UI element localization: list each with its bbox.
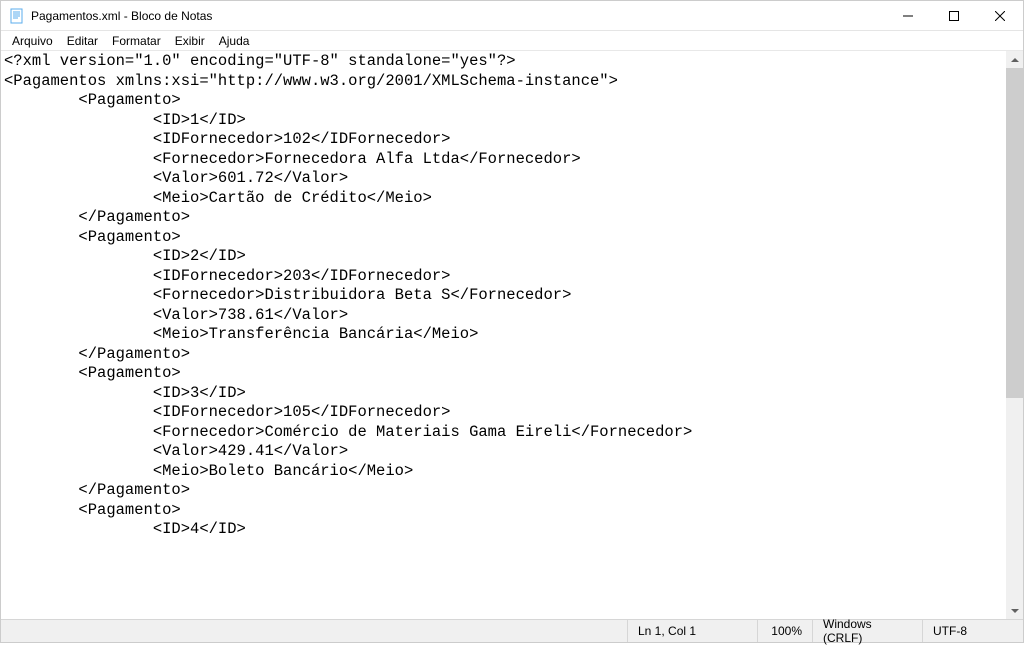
status-zoom: 100% (758, 620, 813, 642)
status-position: Ln 1, Col 1 (628, 620, 758, 642)
menubar: Arquivo Editar Formatar Exibir Ajuda (1, 31, 1023, 51)
menu-exibir[interactable]: Exibir (168, 33, 212, 49)
window-controls (885, 1, 1023, 30)
close-button[interactable] (977, 1, 1023, 31)
scroll-up-icon[interactable] (1006, 51, 1023, 68)
statusbar: Ln 1, Col 1 100% Windows (CRLF) UTF-8 (1, 619, 1023, 642)
minimize-button[interactable] (885, 1, 931, 31)
menu-editar[interactable]: Editar (60, 33, 105, 49)
vertical-scrollbar[interactable] (1006, 51, 1023, 619)
menu-arquivo[interactable]: Arquivo (5, 33, 60, 49)
titlebar: Pagamentos.xml - Bloco de Notas (1, 1, 1023, 31)
text-editor[interactable]: <?xml version="1.0" encoding="UTF-8" sta… (1, 51, 1006, 619)
menu-formatar[interactable]: Formatar (105, 33, 168, 49)
scroll-down-icon[interactable] (1006, 602, 1023, 619)
status-spacer (1, 620, 628, 642)
notepad-icon (9, 8, 25, 24)
scroll-thumb[interactable] (1006, 68, 1023, 398)
status-encoding: UTF-8 (923, 620, 1023, 642)
titlebar-left: Pagamentos.xml - Bloco de Notas (1, 1, 885, 30)
status-lineending: Windows (CRLF) (813, 620, 923, 642)
menu-ajuda[interactable]: Ajuda (212, 33, 257, 49)
content-area: <?xml version="1.0" encoding="UTF-8" sta… (1, 51, 1023, 619)
maximize-button[interactable] (931, 1, 977, 31)
window-title: Pagamentos.xml - Bloco de Notas (31, 9, 212, 23)
